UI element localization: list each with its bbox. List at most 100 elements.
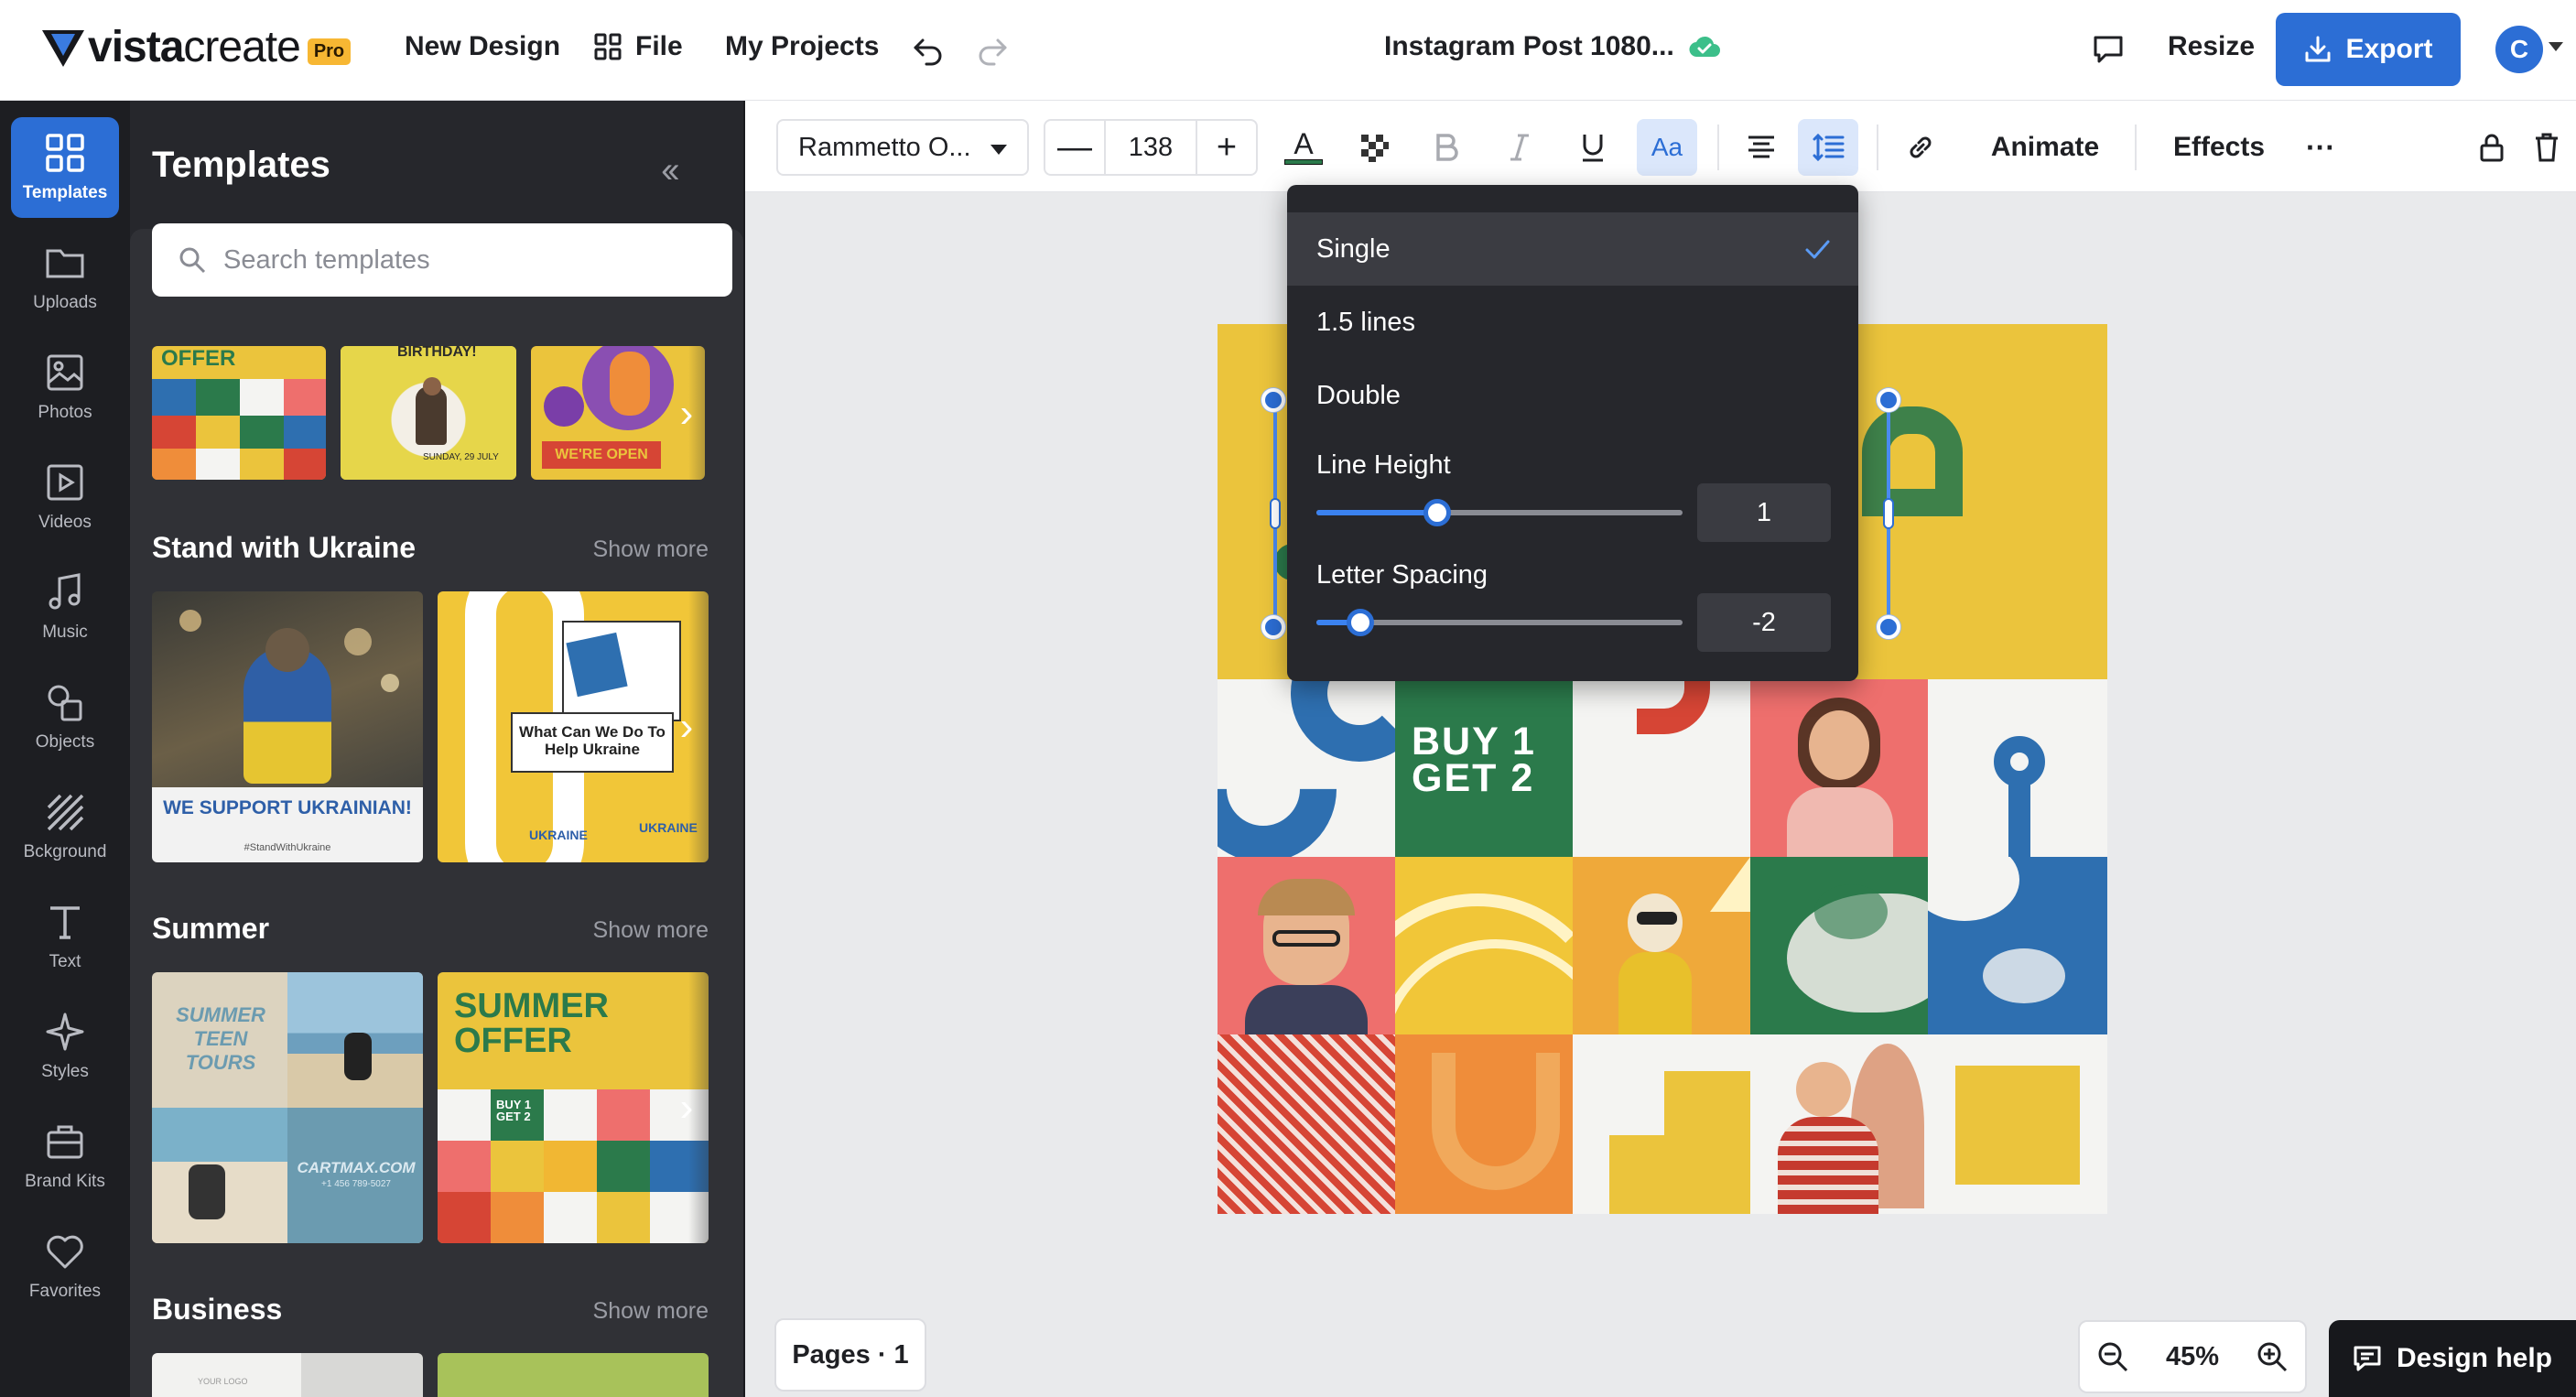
spacing-option-1-5[interactable]: 1.5 lines — [1287, 286, 1858, 359]
badge-line1-text[interactable]: BUY 1 — [1412, 722, 1536, 762]
download-icon — [2305, 36, 2331, 62]
tile-yellow-block — [1928, 1034, 2107, 1214]
music-icon — [49, 573, 81, 610]
folder-icon — [46, 249, 84, 278]
comment-icon[interactable] — [2093, 35, 2124, 64]
spacing-option-double[interactable]: Double — [1287, 359, 1858, 432]
rail-videos[interactable]: Videos — [11, 447, 119, 547]
align-center-button[interactable] — [1734, 119, 1789, 176]
zoom-level[interactable]: 45% — [2166, 1342, 2219, 1372]
decrease-size-button[interactable]: — — [1045, 121, 1104, 174]
line-height-slider-knob[interactable] — [1423, 499, 1451, 526]
logo-mark-icon — [42, 29, 84, 67]
design-help-button[interactable]: Design help — [2329, 1320, 2576, 1397]
rail-background[interactable]: Bckground — [11, 776, 119, 877]
show-more-summer[interactable]: Show more — [593, 917, 709, 944]
align-center-icon — [1748, 135, 1774, 158]
underline-button[interactable] — [1571, 119, 1615, 176]
rail-brand-kits[interactable]: Brand Kits — [11, 1106, 119, 1207]
effects-button[interactable]: Effects — [2155, 119, 2283, 176]
more-options-button[interactable]: ··· — [2298, 119, 2343, 176]
transparency-button[interactable] — [1351, 119, 1397, 176]
italic-button[interactable] — [1498, 119, 1542, 176]
account-caret-icon[interactable] — [2549, 42, 2563, 51]
zoom-out-icon[interactable] — [2096, 1340, 2129, 1373]
rail-uploads[interactable]: Uploads — [11, 227, 119, 328]
link-button[interactable] — [1895, 119, 1946, 176]
search-templates-input[interactable]: Search templates — [152, 223, 732, 297]
animate-button[interactable]: Animate — [1972, 119, 2118, 176]
show-more-ukraine[interactable]: Show more — [593, 536, 709, 563]
resize-handle-top-left[interactable] — [1261, 388, 1285, 412]
panel-title: Templates — [152, 145, 330, 185]
letter-spacing-slider-knob[interactable] — [1347, 609, 1374, 636]
rail-photos[interactable]: Photos — [11, 337, 119, 438]
lock-button[interactable] — [2473, 119, 2510, 176]
font-size-input[interactable]: 138 — [1104, 121, 1197, 174]
tile-photo-boy-palm — [1750, 1034, 1928, 1214]
rail-styles[interactable]: Styles — [11, 996, 119, 1097]
text-color-button[interactable]: A — [1276, 119, 1331, 176]
tile-orange-shape — [1395, 1034, 1573, 1214]
rail-favorites[interactable]: Favorites — [11, 1216, 119, 1316]
template-thumb-offer[interactable]: OFFER — [152, 346, 326, 480]
my-projects-button[interactable]: My Projects — [725, 31, 879, 62]
document-title[interactable]: Instagram Post 1080... — [1384, 31, 1720, 62]
tile-red-hook — [1573, 679, 1750, 857]
template-thumb-business-2[interactable] — [438, 1353, 709, 1397]
row-next-arrow-ukraine-icon[interactable]: › — [668, 699, 705, 754]
row-next-arrow-icon[interactable]: › — [668, 386, 705, 441]
check-icon — [1805, 240, 1830, 259]
collapse-panel-icon[interactable]: ‹‹ — [661, 150, 679, 191]
line-height-value-input[interactable]: 1 — [1697, 483, 1831, 542]
text-color-swatch — [1284, 159, 1323, 165]
letter-spacing-value-input[interactable]: -2 — [1697, 593, 1831, 652]
template-thumb-we-support[interactable]: WE SUPPORT UKRAINIAN! #StandWithUkraine — [152, 591, 423, 862]
resize-handle-top-right[interactable] — [1877, 388, 1900, 412]
user-avatar[interactable]: C — [2495, 26, 2543, 73]
line-spacing-button[interactable] — [1798, 119, 1858, 176]
text-icon — [50, 906, 80, 939]
tile-blue-key — [1928, 679, 2107, 857]
spacing-option-single[interactable]: Single — [1287, 212, 1858, 286]
rail-music[interactable]: Music — [11, 557, 119, 657]
new-design-button[interactable]: New Design — [405, 31, 560, 62]
vistacreate-logo[interactable]: vistacreate Pro — [40, 22, 352, 72]
rail-templates[interactable]: Templates — [11, 117, 119, 218]
zoom-in-icon[interactable] — [2256, 1340, 2289, 1373]
section-title-summer: Summer — [152, 912, 270, 945]
resize-handle-bottom-left[interactable] — [1261, 615, 1285, 639]
file-menu-button[interactable]: File — [593, 31, 683, 62]
show-more-business[interactable]: Show more — [593, 1298, 709, 1325]
templates-icon — [46, 134, 84, 172]
redo-icon[interactable] — [976, 35, 1009, 66]
tile-photo-boy — [1218, 857, 1395, 1034]
resize-handle-right[interactable] — [1883, 498, 1894, 529]
increase-size-button[interactable]: + — [1197, 121, 1256, 174]
background-icon — [47, 794, 84, 831]
pages-button[interactable]: Pages · 1 — [774, 1318, 926, 1392]
undo-icon[interactable] — [912, 35, 945, 66]
template-thumb-summer-tours[interactable]: SUMMER TEEN TOURS CARTMAX.COM +1 456 789… — [152, 972, 423, 1243]
bold-button[interactable] — [1424, 119, 1468, 176]
rail-objects[interactable]: Objects — [11, 666, 119, 767]
resize-handle-bottom-right[interactable] — [1877, 615, 1900, 639]
italic-icon — [1510, 134, 1529, 161]
resize-handle-left[interactable] — [1270, 498, 1281, 529]
letter-spacing-slider[interactable] — [1316, 609, 1683, 636]
line-height-slider[interactable] — [1316, 499, 1683, 526]
lock-icon — [2480, 134, 2504, 162]
template-thumb-birthday[interactable]: BIRTHDAY! SUNDAY, 29 JULY — [341, 346, 516, 480]
template-thumb-business-1[interactable]: YOUR LOGO — [152, 1353, 423, 1397]
font-family-select[interactable]: Rammetto O... — [776, 119, 1029, 176]
delete-button[interactable] — [2528, 119, 2565, 176]
chat-icon — [2354, 1346, 2381, 1371]
row-next-arrow-summer-icon[interactable]: › — [668, 1080, 705, 1135]
zoom-control: 45% — [2078, 1320, 2307, 1393]
rail-text[interactable]: Text — [11, 886, 119, 987]
export-button[interactable]: Export — [2276, 13, 2461, 86]
text-case-button[interactable]: Aa — [1637, 119, 1697, 176]
badge-line2-text[interactable]: GET 2 — [1412, 759, 1536, 798]
sparkle-icon — [46, 1013, 84, 1051]
resize-button[interactable]: Resize — [2168, 31, 2255, 62]
